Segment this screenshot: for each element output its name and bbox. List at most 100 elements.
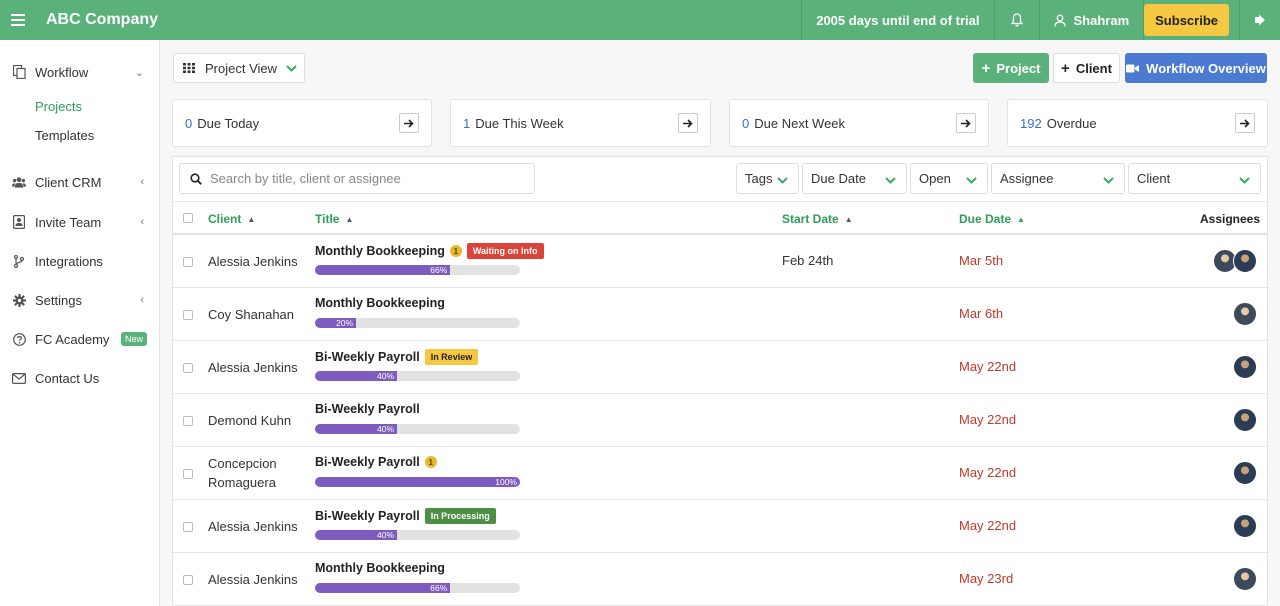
select-all-checkbox[interactable] xyxy=(183,213,193,223)
notifications-bell-icon[interactable] xyxy=(993,0,1039,40)
arrow-right-icon[interactable] xyxy=(399,113,419,133)
card-label: Overdue xyxy=(1046,115,1097,131)
row-start-date: Feb 24th xyxy=(782,253,834,268)
arrow-right-icon[interactable] xyxy=(956,113,976,133)
row-title[interactable]: Monthly Bookkeeping xyxy=(315,296,445,310)
sort-icon: ▲ xyxy=(345,214,354,224)
avatar[interactable] xyxy=(1233,567,1257,591)
arrow-right-icon[interactable] xyxy=(1235,113,1255,133)
chevron-down-icon xyxy=(1239,172,1250,187)
avatar[interactable] xyxy=(1233,302,1257,326)
help-circle-icon xyxy=(12,332,26,346)
avatar[interactable] xyxy=(1233,408,1257,432)
row-checkbox[interactable] xyxy=(183,310,193,320)
row-due-date: May 22nd xyxy=(959,412,1017,427)
table-row[interactable]: Demond Kuhn Bi-Weekly Payroll 40% May 22… xyxy=(173,394,1267,447)
table-row[interactable]: Alessia Jenkins Bi-Weekly Payroll In Rev… xyxy=(173,341,1267,394)
row-checkbox[interactable] xyxy=(183,363,193,373)
client-filter[interactable]: Client xyxy=(1128,163,1261,194)
row-client[interactable]: Alessia Jenkins xyxy=(208,517,298,536)
tags-filter-label: Tags xyxy=(745,171,773,186)
chevron-down-icon xyxy=(885,172,896,187)
contact-card-icon xyxy=(12,215,26,229)
sidebar-item-label: Integrations xyxy=(35,253,103,269)
column-header-start-date[interactable]: Start Date ▲ xyxy=(782,212,853,226)
user-menu[interactable]: Shahram xyxy=(1038,0,1144,40)
row-title[interactable]: Monthly Bookkeeping xyxy=(315,561,445,575)
avatar[interactable] xyxy=(1233,461,1257,485)
progress-fill: 66% xyxy=(315,583,451,593)
row-client[interactable]: Alessia Jenkins xyxy=(208,570,298,589)
app-title[interactable]: ABC Company xyxy=(46,11,158,29)
row-checkbox[interactable] xyxy=(183,469,193,479)
open-filter[interactable]: Open xyxy=(910,163,988,194)
row-checkbox[interactable] xyxy=(183,522,193,532)
sidebar-item-client-crm[interactable]: Client CRM ‹ xyxy=(0,169,160,195)
row-title[interactable]: Bi-Weekly Payroll xyxy=(315,509,420,523)
assignee-filter[interactable]: Assignee xyxy=(991,163,1125,194)
progress-bar: 40% xyxy=(315,371,520,381)
column-header-due-date[interactable]: Due Date ▲ xyxy=(959,212,1025,226)
chevron-down-icon: ⌄ xyxy=(134,66,144,79)
project-view-select[interactable]: Project View xyxy=(173,53,305,83)
row-client[interactable]: Alessia Jenkins xyxy=(208,252,298,271)
table-row[interactable]: Alessia Jenkins Monthly Bookkeeping 1 Wa… xyxy=(173,235,1267,288)
row-checkbox[interactable] xyxy=(183,416,193,426)
table-row[interactable]: Concepcion Romaguera Bi-Weekly Payroll 1… xyxy=(173,447,1267,500)
progress-bar: 66% xyxy=(315,265,520,275)
sidebar-item-fc-academy[interactable]: FC Academy New xyxy=(0,326,160,352)
table-row[interactable]: Alessia Jenkins Monthly Bookkeeping 66% … xyxy=(173,553,1267,606)
column-header-client[interactable]: Client ▲ xyxy=(208,212,255,226)
row-client[interactable]: Concepcion Romaguera xyxy=(208,454,277,492)
add-client-button[interactable]: + Client xyxy=(1053,53,1120,83)
avatar[interactable] xyxy=(1233,355,1257,379)
sidebar-item-workflow[interactable]: Workflow ⌄ xyxy=(0,59,160,85)
due-date-filter[interactable]: Due Date xyxy=(802,163,907,194)
avatar[interactable] xyxy=(1233,249,1257,273)
subscribe-button[interactable]: Subscribe xyxy=(1144,4,1229,36)
sidebar-item-integrations[interactable]: Integrations xyxy=(0,248,160,274)
card-count: 1 xyxy=(463,115,471,131)
sidebar-item-projects[interactable]: Projects xyxy=(35,99,82,114)
card-due-next-week[interactable]: 0 Due Next Week xyxy=(729,99,989,147)
sidebar-item-invite-team[interactable]: Invite Team ‹ xyxy=(0,209,160,235)
add-project-button[interactable]: + Project xyxy=(973,53,1049,83)
table-row[interactable]: Alessia Jenkins Bi-Weekly Payroll In Pro… xyxy=(173,500,1267,553)
column-header-title[interactable]: Title ▲ xyxy=(315,212,353,226)
row-client[interactable]: Coy Shanahan xyxy=(208,305,294,324)
card-count: 0 xyxy=(185,115,193,131)
row-checkbox[interactable] xyxy=(183,257,193,267)
arrow-right-icon[interactable] xyxy=(678,113,698,133)
status-badge: In Review xyxy=(424,349,479,365)
search-field[interactable] xyxy=(179,163,535,194)
sidebar-item-label: FC Academy xyxy=(35,331,110,347)
card-overdue[interactable]: 192 Overdue xyxy=(1007,99,1268,147)
row-checkbox[interactable] xyxy=(183,575,193,585)
card-count: 0 xyxy=(742,115,750,131)
table-row[interactable]: Coy Shanahan Monthly Bookkeeping 20% Mar… xyxy=(173,288,1267,341)
row-client[interactable]: Alessia Jenkins xyxy=(208,358,298,377)
search-input[interactable] xyxy=(210,171,510,186)
row-title[interactable]: Monthly Bookkeeping xyxy=(315,244,445,258)
row-title[interactable]: Bi-Weekly Payroll xyxy=(315,402,420,416)
row-due-date: Mar 5th xyxy=(959,253,1004,268)
row-title[interactable]: Bi-Weekly Payroll xyxy=(315,350,420,364)
card-due-today[interactable]: 0 Due Today xyxy=(172,99,432,147)
avatar[interactable] xyxy=(1233,514,1257,538)
status-badge: In Processing xyxy=(424,508,496,524)
row-due-date: May 22nd xyxy=(959,465,1017,480)
row-title[interactable]: Bi-Weekly Payroll xyxy=(315,455,420,469)
sidebar-item-contact-us[interactable]: Contact Us xyxy=(0,365,160,391)
column-header-label: Assignees xyxy=(1200,212,1261,226)
row-client[interactable]: Demond Kuhn xyxy=(208,411,291,430)
card-due-this-week[interactable]: 1 Due This Week xyxy=(450,99,711,147)
chevron-down-icon xyxy=(1103,172,1114,187)
progress-bar: 40% xyxy=(315,530,520,540)
menu-icon[interactable] xyxy=(0,0,36,40)
workflow-overview-button[interactable]: Workflow Overview xyxy=(1125,53,1267,83)
sidebar-item-settings[interactable]: Settings ‹ xyxy=(0,287,160,313)
tags-filter[interactable]: Tags xyxy=(736,163,799,194)
progress-fill: 66% xyxy=(315,265,451,275)
sidebar-item-templates[interactable]: Templates xyxy=(35,128,94,143)
logout-icon[interactable] xyxy=(1239,0,1280,40)
